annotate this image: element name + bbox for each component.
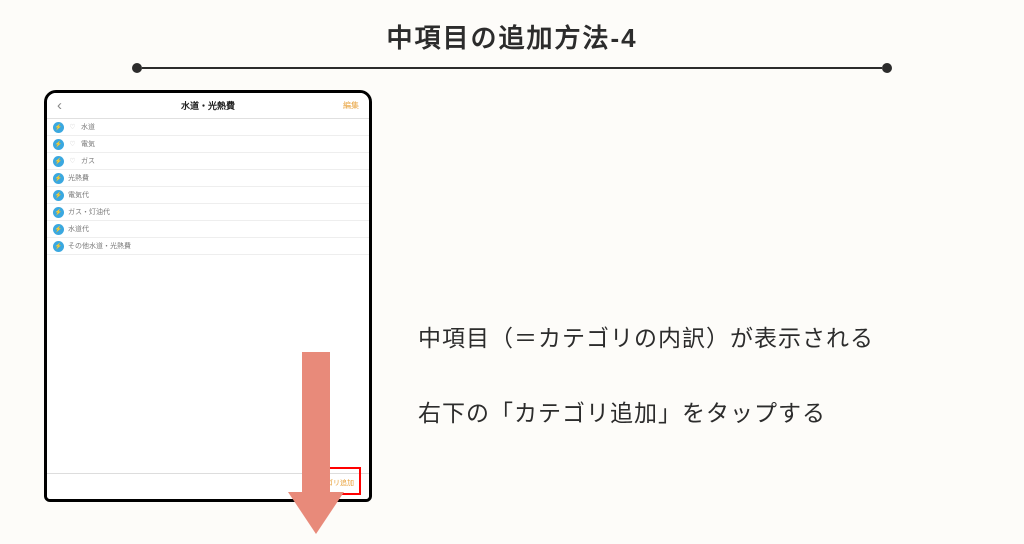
phone-header: ‹ 水道・光熱費 編集 [47, 93, 369, 119]
category-icon: ⚡ [53, 190, 64, 201]
arrow-stem [302, 352, 330, 492]
category-icon: ⚡ [53, 122, 64, 133]
title-divider [132, 63, 892, 73]
back-icon[interactable]: ‹ [57, 97, 62, 114]
category-item[interactable]: ⚡ ♡ 水道 [47, 119, 369, 136]
category-label: ガス・灯油代 [68, 207, 110, 217]
category-item[interactable]: ⚡ ♡ 電気 [47, 136, 369, 153]
category-icon: ⚡ [53, 139, 64, 150]
category-icon: ⚡ [53, 156, 64, 167]
category-icon: ⚡ [53, 207, 64, 218]
category-label: ガス [81, 156, 95, 166]
category-label: 電気代 [68, 190, 89, 200]
category-item[interactable]: ⚡ ♡ ガス [47, 153, 369, 170]
description-line-1: 中項目（＝カテゴリの内訳）が表示される [418, 320, 994, 357]
divider-line [142, 67, 882, 69]
category-list: ⚡ ♡ 水道 ⚡ ♡ 電気 ⚡ ♡ ガス ⚡ 光熱費 ⚡ 電気代 ⚡ ガス・灯油代 ⚡ 水道代 ⚡ その他水道・光熱… [47, 119, 369, 255]
category-icon: ⚡ [53, 173, 64, 184]
category-item[interactable]: ⚡ 水道代 [47, 221, 369, 238]
description: 中項目（＝カテゴリの内訳）が表示される 右下の「カテゴリ追加」をタップする [418, 320, 994, 470]
category-item[interactable]: ⚡ 電気代 [47, 187, 369, 204]
category-item[interactable]: ⚡ その他水道・光熱費 [47, 238, 369, 255]
category-icon: ⚡ [53, 224, 64, 235]
category-item[interactable]: ⚡ 光熱費 [47, 170, 369, 187]
category-label: 電気 [81, 139, 95, 149]
category-item[interactable]: ⚡ ガス・灯油代 [47, 204, 369, 221]
content-area: ‹ 水道・光熱費 編集 ⚡♡水道⚡♡電気⚡♡ガス⚡光熱費⚡電気代⚡ガス・灯油代⚡… [0, 90, 1024, 538]
edit-button[interactable]: 編集 [343, 100, 359, 111]
phone-title: 水道・光熱費 [181, 99, 235, 112]
heart-icon: ♡ [68, 157, 77, 166]
arrow-icon [288, 352, 344, 544]
category-label: 水道 [81, 122, 95, 132]
arrow-head [288, 492, 344, 534]
category-label: 水道代 [68, 224, 89, 234]
description-line-2: 右下の「カテゴリ追加」をタップする [418, 395, 994, 432]
divider-dot-left [132, 63, 142, 73]
heart-icon: ♡ [68, 123, 77, 132]
page-title: 中項目の追加方法-4 [0, 18, 1024, 55]
category-icon: ⚡ [53, 241, 64, 252]
category-label: 光熱費 [68, 173, 89, 183]
heart-icon: ♡ [68, 140, 77, 149]
divider-dot-right [882, 63, 892, 73]
title-section: 中項目の追加方法-4 [0, 0, 1024, 73]
category-label: その他水道・光熱費 [68, 241, 131, 251]
